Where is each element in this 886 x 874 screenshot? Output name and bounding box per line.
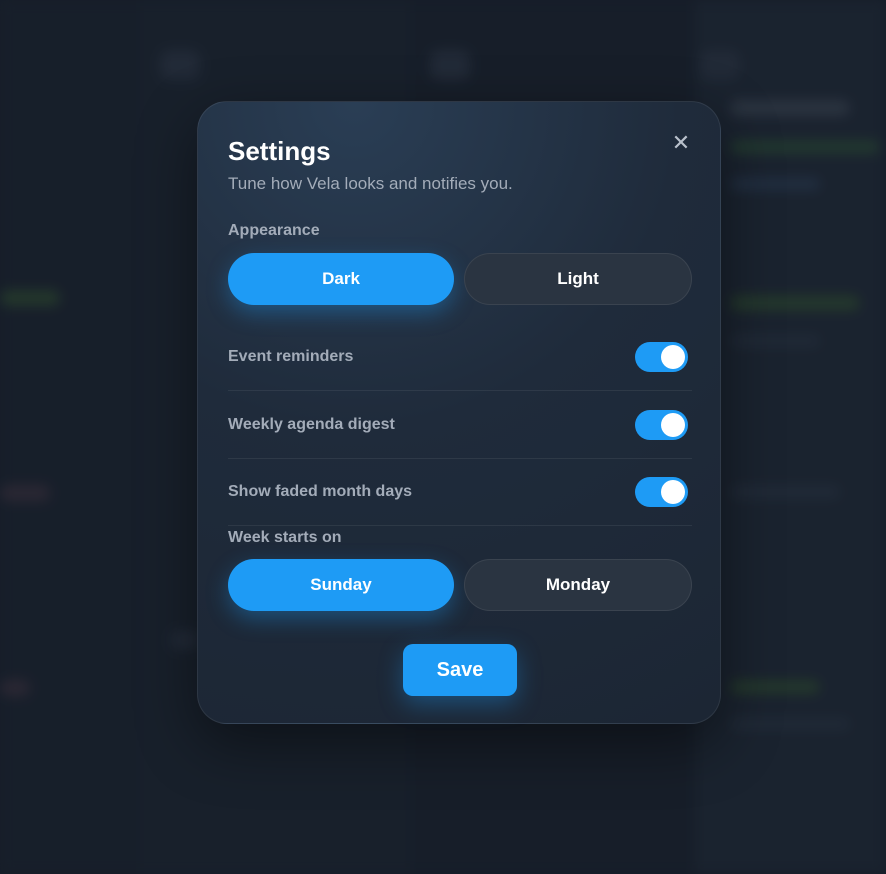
- appearance-dark-button[interactable]: Dark: [228, 253, 454, 305]
- toggle-label: Weekly agenda digest: [228, 416, 395, 433]
- week-start-sunday-button[interactable]: Sunday: [228, 559, 454, 611]
- week-start-selector: Sunday Monday: [228, 559, 692, 611]
- close-icon: ✕: [671, 130, 691, 155]
- settings-dialog: Settings Tune how Vela looks and notifie…: [197, 101, 721, 724]
- dialog-title: Settings: [228, 136, 331, 166]
- toggle-knob: [661, 413, 685, 437]
- toggle-label: Show faded month days: [228, 483, 413, 500]
- appearance-selector: Dark Light: [228, 253, 692, 305]
- toggle-knob: [661, 345, 685, 369]
- appearance-label: Appearance: [228, 222, 320, 239]
- appearance-light-button[interactable]: Light: [464, 253, 692, 305]
- close-button[interactable]: ✕: [670, 132, 692, 154]
- weekly-digest-toggle[interactable]: [635, 410, 688, 440]
- save-button[interactable]: Save: [403, 644, 517, 696]
- toggle-row-faded-days: Show faded month days: [228, 459, 692, 526]
- event-reminders-toggle[interactable]: [635, 342, 688, 372]
- toggle-label: Event reminders: [228, 348, 354, 365]
- toggle-row-event-reminders: Event reminders: [228, 324, 692, 391]
- week-start-monday-button[interactable]: Monday: [464, 559, 692, 611]
- week-start-label: Week starts on: [228, 529, 342, 546]
- dialog-subtitle: Tune how Vela looks and notifies you.: [228, 174, 513, 193]
- toggle-knob: [661, 480, 685, 504]
- toggle-row-weekly-digest: Weekly agenda digest: [228, 392, 692, 459]
- faded-days-toggle[interactable]: [635, 477, 688, 507]
